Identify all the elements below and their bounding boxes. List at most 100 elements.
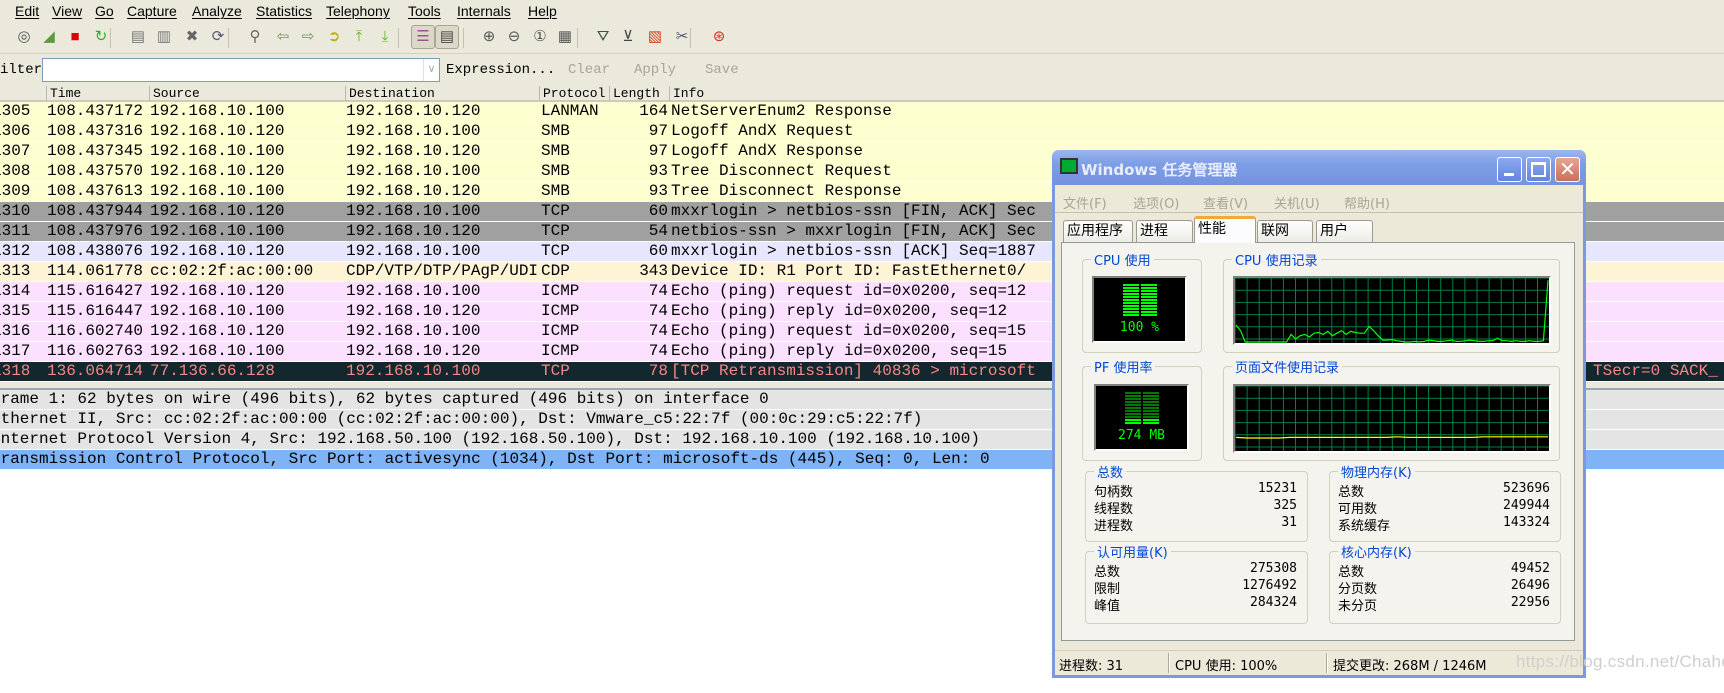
- close-file-icon[interactable]: ✖: [182, 27, 202, 47]
- packet-source: 192.168.10.100: [150, 342, 285, 360]
- menu-telephony[interactable]: Telephony: [326, 3, 390, 19]
- clear-button[interactable]: Clear: [568, 62, 610, 78]
- column-header-source[interactable]: Source: [149, 86, 200, 101]
- help-icon[interactable]: ⊛: [709, 27, 729, 47]
- packet-number: 1316: [0, 322, 31, 340]
- menu-tools[interactable]: Tools: [408, 3, 441, 19]
- capture-restart-icon[interactable]: ↻: [91, 27, 111, 47]
- close-button[interactable]: ✕: [1555, 157, 1580, 182]
- tm-menu-view[interactable]: 查看(V): [1203, 193, 1248, 212]
- tab-applications[interactable]: 应用程序: [1063, 220, 1133, 242]
- column-header-destination[interactable]: Destination: [345, 86, 435, 101]
- physical-title: 物理内存(K): [1338, 462, 1415, 481]
- packet-length: 74: [648, 302, 668, 320]
- packet-source: 192.168.10.100: [150, 142, 285, 160]
- meter-bar: [1143, 410, 1159, 412]
- auto-scroll-icon[interactable]: ▤: [435, 25, 459, 49]
- packet-destination: 192.168.10.100: [346, 322, 481, 340]
- go-last-icon[interactable]: ⤓: [375, 27, 395, 47]
- packet-length: 74: [648, 322, 668, 340]
- menu-help[interactable]: Help: [528, 3, 557, 19]
- tm-menu-file[interactable]: 文件(F): [1063, 193, 1107, 212]
- tab-networking[interactable]: 联网: [1257, 220, 1313, 242]
- packet-destination: 192.168.10.120: [346, 222, 481, 240]
- packet-protocol: ICMP: [541, 302, 580, 320]
- tm-menu-help[interactable]: 帮助(H): [1344, 193, 1390, 212]
- tab-users[interactable]: 用户: [1316, 220, 1373, 242]
- tab-performance[interactable]: 性能: [1194, 216, 1256, 243]
- meter-bar: [1143, 413, 1159, 415]
- packet-length: 60: [648, 242, 668, 260]
- open-file-icon[interactable]: ▤: [128, 27, 148, 47]
- meter-bar: [1125, 398, 1141, 400]
- toolbar-separator: [228, 28, 229, 48]
- go-back-icon[interactable]: ⇦: [273, 27, 293, 47]
- menu-go[interactable]: Go: [95, 3, 114, 19]
- tm-menu-options[interactable]: 选项(O): [1133, 193, 1179, 212]
- tab-processes[interactable]: 进程: [1136, 220, 1193, 242]
- menu-view[interactable]: View: [52, 3, 82, 19]
- minimize-button[interactable]: [1497, 157, 1522, 182]
- kernel-memory-group: 核心内存(K) 总数 49452 分页数 26496 未分页 22956: [1329, 542, 1561, 624]
- display-filters-icon[interactable]: ⊻: [618, 27, 638, 47]
- column-header-protocol[interactable]: Protocol: [539, 86, 605, 101]
- column-header-time[interactable]: Time: [46, 86, 81, 101]
- packet-length: 93: [648, 162, 668, 180]
- capture-filters-icon[interactable]: ⛛: [593, 27, 613, 47]
- preferences-icon[interactable]: ✂: [672, 27, 692, 47]
- meter-bar: [1123, 290, 1139, 292]
- capture-start-icon[interactable]: ◢: [39, 27, 59, 47]
- packet-source: 192.168.10.100: [150, 222, 285, 240]
- menu-capture[interactable]: Capture: [127, 3, 177, 19]
- go-forward-icon[interactable]: ⇨: [298, 27, 318, 47]
- maximize-icon: [1531, 162, 1546, 177]
- totals-group: 总数 句柄数 15231 线程数 325 进程数 31: [1085, 462, 1308, 542]
- go-to-packet-icon[interactable]: ➲: [324, 27, 344, 47]
- stat-value: 22956: [1510, 595, 1550, 610]
- meter-bar: [1143, 419, 1159, 421]
- toolbar-separator: [690, 28, 691, 48]
- toolbar-separator: [463, 28, 464, 48]
- packet-row[interactable]: 1306 108.437316 192.168.10.120 192.168.10.1…: [0, 122, 1724, 142]
- chevron-down-icon[interactable]: ∨: [423, 59, 439, 81]
- expression-button[interactable]: Expression...: [446, 62, 555, 78]
- task-manager-icon: [1060, 158, 1078, 174]
- packet-destination: 192.168.10.100: [346, 362, 481, 380]
- interface-list-icon[interactable]: ◎: [14, 27, 34, 47]
- column-header-info[interactable]: Info: [669, 86, 704, 101]
- resize-columns-icon[interactable]: ▦: [555, 27, 575, 47]
- menu-edit[interactable]: Edit: [15, 3, 39, 19]
- packet-row[interactable]: 1305 108.437172 192.168.10.100 192.168.10.1…: [0, 102, 1724, 122]
- find-packet-icon[interactable]: ⚲: [245, 27, 265, 47]
- apply-button[interactable]: Apply: [634, 62, 676, 78]
- zoom-out-icon[interactable]: ⊖: [504, 27, 524, 47]
- save-filter-button[interactable]: Save: [705, 62, 739, 78]
- menu-analyze[interactable]: Analyze: [192, 3, 242, 19]
- zoom-normal-icon[interactable]: ①: [530, 27, 550, 47]
- packet-info: [TCP Retransmission] 40836 > microsoft: [671, 362, 1036, 380]
- status-cpu: CPU 使用: 100%: [1175, 659, 1278, 674]
- coloring-rules-icon[interactable]: ▧: [645, 27, 665, 47]
- meter-bar: [1123, 293, 1139, 295]
- packet-length: 54: [648, 222, 668, 240]
- maximize-button[interactable]: [1526, 157, 1551, 182]
- zoom-in-icon[interactable]: ⊕: [479, 27, 499, 47]
- menu-statistics[interactable]: Statistics: [256, 3, 312, 19]
- go-first-icon[interactable]: ⤒: [349, 27, 369, 47]
- column-header-length[interactable]: Length: [609, 86, 660, 101]
- display-filter-input[interactable]: ∨: [42, 58, 440, 82]
- capture-stop-icon[interactable]: ■: [65, 27, 85, 47]
- packet-source: cc:02:2f:ac:00:00: [150, 262, 314, 280]
- packet-destination: 192.168.10.120: [346, 102, 481, 120]
- commit-title: 认可用量(K): [1094, 542, 1171, 561]
- tm-menu-shutdown[interactable]: 关机(U): [1274, 193, 1320, 212]
- colorize-icon[interactable]: ☰: [411, 25, 435, 49]
- title-bar[interactable]: Windows 任务管理器 ✕: [1052, 150, 1586, 185]
- menu-internals[interactable]: Internals: [457, 3, 511, 19]
- cpu-history-group: CPU 使用记录: [1223, 250, 1560, 353]
- stat-label: 未分页: [1338, 599, 1378, 614]
- save-file-icon[interactable]: ▥: [154, 27, 174, 47]
- packet-destination: 192.168.10.100: [346, 122, 481, 140]
- reload-icon[interactable]: ⟳: [208, 27, 228, 47]
- pf-history-group: 页面文件使用记录: [1223, 357, 1560, 461]
